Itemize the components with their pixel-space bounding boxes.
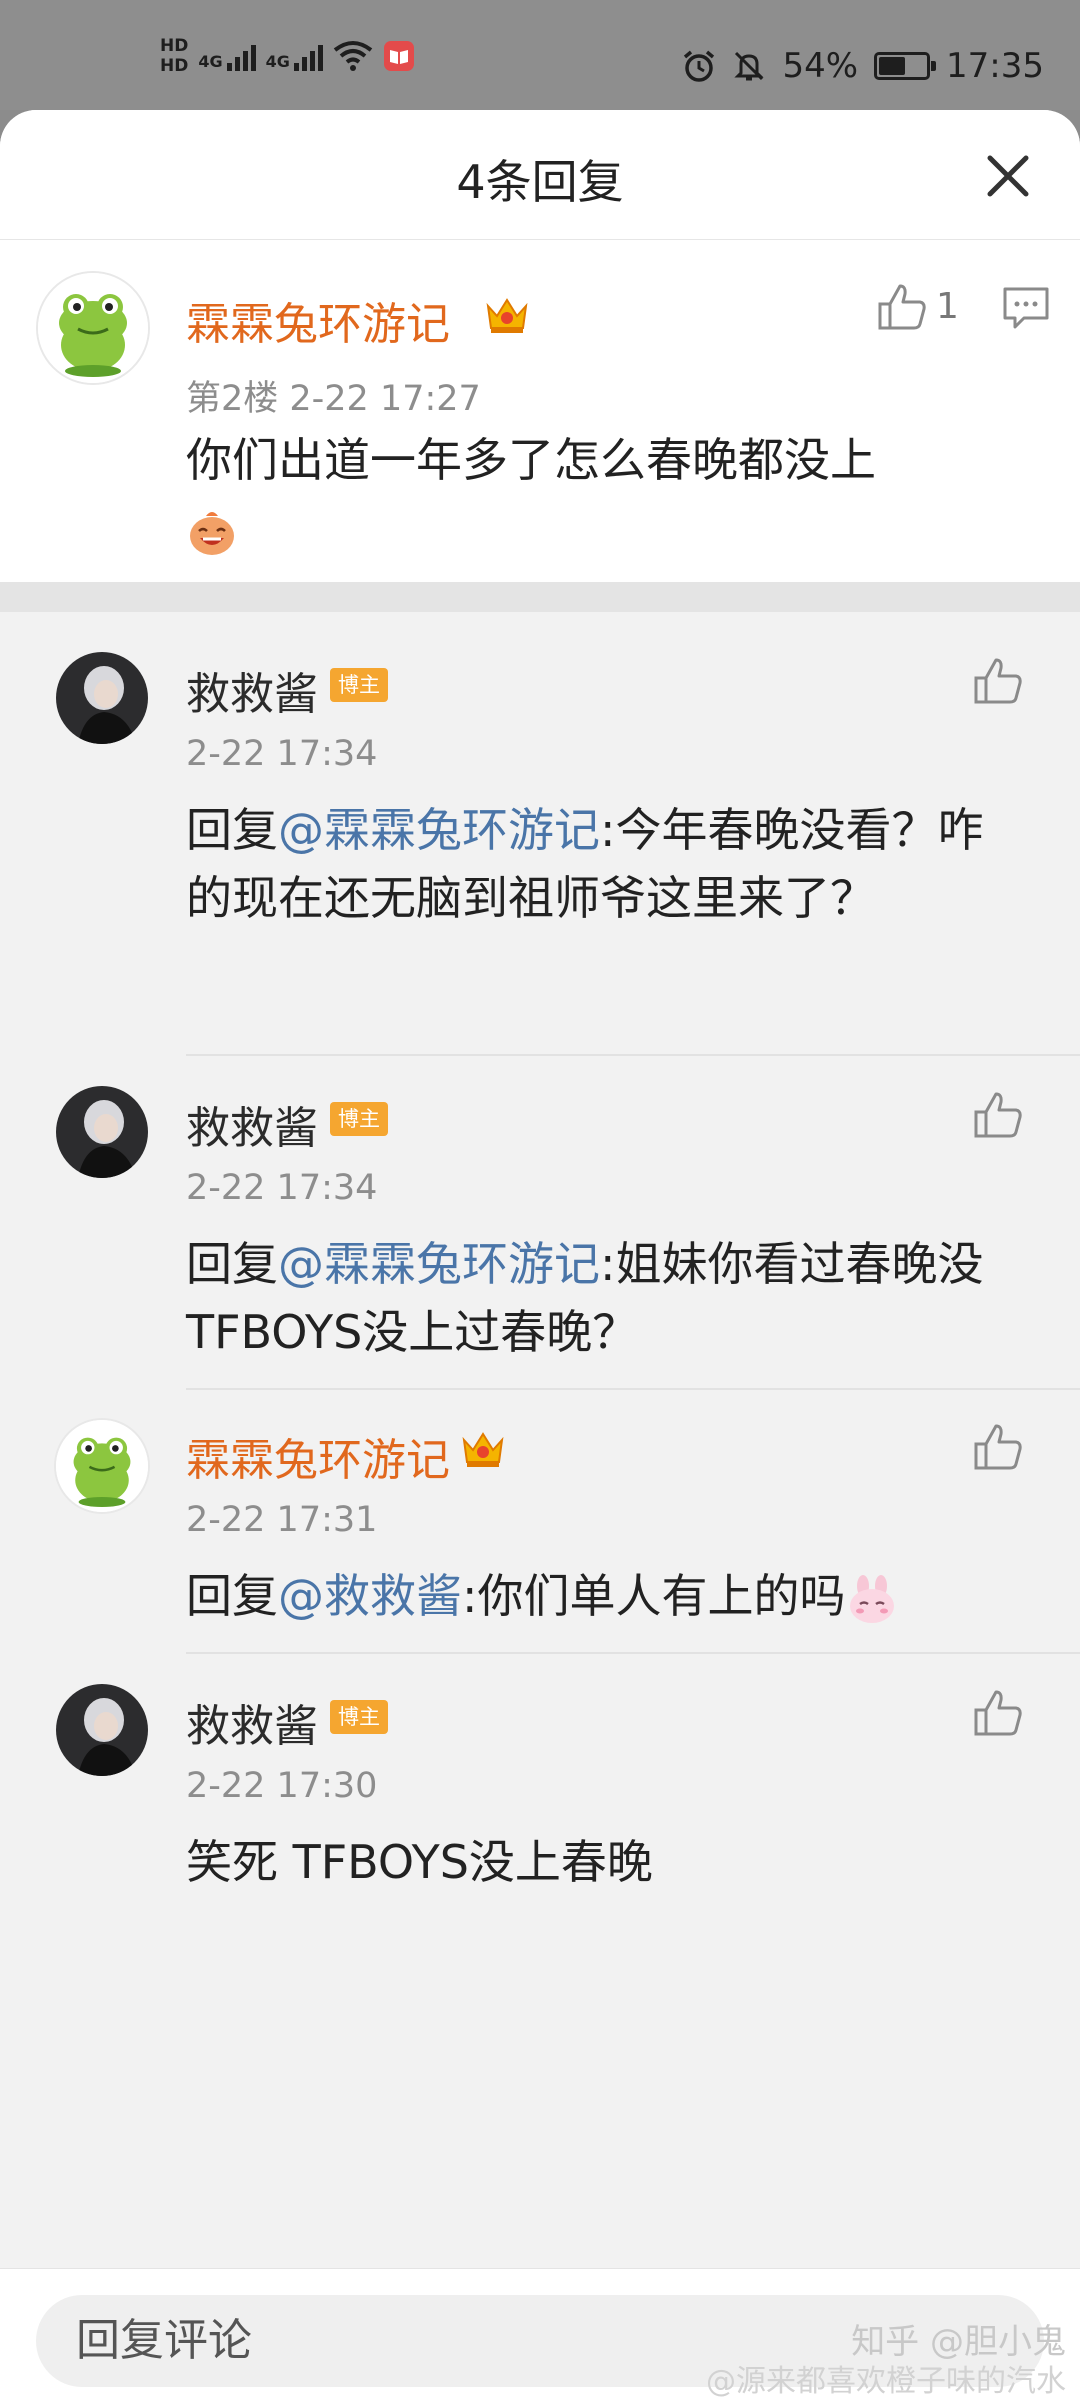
reply-text: 回复@救救酱:你们单人有上的吗 [186,1562,1026,1630]
divider [186,1388,1080,1390]
signal-bars-icon [226,41,256,71]
thumbs-up-icon[interactable] [972,1090,1024,1140]
author-name[interactable]: 霖霖兔环游记 [186,1424,450,1488]
book-app-icon [383,41,414,71]
wifi-icon [333,41,373,71]
signal-bars-icon [293,41,323,71]
status-bar-left: HD HD 4G 4G [160,36,415,76]
thumbs-up-icon[interactable] [972,1422,1024,1472]
mention-link[interactable]: @霖霖兔环游记 [278,1237,600,1291]
reply-prefix: 回复 [186,1237,278,1291]
blogger-badge: 博主 [330,668,388,702]
reply-body: 笑死 TFBOYS没上春晚 [186,1835,653,1889]
reply-time: 2-22 17:34 [186,734,378,774]
thumbs-up-icon[interactable] [972,1688,1024,1738]
avatar[interactable] [56,652,148,744]
reply-text: 笑死 TFBOYS没上春晚 [186,1828,1026,1896]
crown-vip-icon [486,298,528,333]
reply-time: 2-22 17:34 [186,1168,378,1208]
user-photo-avatar-icon [56,652,148,744]
thumbs-up-icon[interactable] [876,282,928,332]
signal-sim1: 4G [198,41,256,71]
comment-text: 你们出道一年多了怎么春晚都没上 [186,426,1026,562]
status-bar-right: 54% 17:35 [682,46,1044,86]
reply-time: 2-22 17:31 [186,1500,378,1540]
watermark-zhihu: 知乎 @胆小鬼 [851,2322,1066,2362]
author-name[interactable]: 救救酱 [186,1690,318,1754]
sheet-title: 4条回复 [456,155,624,209]
author-name[interactable]: 霖霖兔环游记 [186,288,450,352]
comment-icon[interactable] [1002,286,1050,330]
hd-indicator: HD HD [160,36,188,76]
reply-text: 回复@霖霖兔环游记:姐妹你看过春晚没TFBOYS没上过春晚？ [186,1230,1026,1366]
reply-prefix: 回复 [186,1569,278,1623]
crown-vip-icon [462,1432,504,1467]
sheet-header: 4条回复 [0,110,1080,240]
user-photo-avatar-icon [56,1086,148,1178]
user-photo-avatar-icon [56,1684,148,1776]
frog-avatar-icon [38,273,148,383]
divider [186,1652,1080,1654]
avatar[interactable] [36,271,150,385]
status-bar: HD HD 4G 4G 54% 17:35 [0,0,1080,110]
mute-icon [734,51,765,81]
reply-body: :你们单人有上的吗 [462,1569,846,1623]
reply-text: 回复@霖霖兔环游记:今年春晚没看？咋的现在还无脑到祖师爷这里来了？ [186,796,1026,932]
watermark: 知乎 @胆小鬼 @源来都喜欢橙子味的汽水 [706,2322,1066,2400]
avatar[interactable] [54,1418,150,1514]
replies-sheet: 4条回复 霖霖兔环游记 第2楼 2-22 17:27 1 你们出道一年多了怎么春… [0,110,1080,2400]
watermark-weibo: @源来都喜欢橙子味的汽水 [706,2364,1066,2399]
blogger-badge: 博主 [330,1102,388,1136]
main-comment: 霖霖兔环游记 第2楼 2-22 17:27 1 你们出道一年多了怎么春晚都没上 [0,240,1080,582]
avatar[interactable] [56,1086,148,1178]
frog-avatar-icon [56,1420,148,1512]
alarm-icon [684,50,715,82]
signal-sim2: 4G [266,41,323,71]
bunny-face-emoji-icon [849,1574,894,1623]
network-type-1: 4G [198,52,223,71]
divider [186,1054,1080,1056]
blogger-badge: 博主 [330,1700,388,1734]
thumbs-up-icon[interactable] [972,656,1024,706]
hd-label-2: HD [160,56,189,76]
hd-label-1: HD [160,36,189,56]
battery-percent: 54% [782,46,859,86]
network-type-2: 4G [265,52,290,71]
battery-icon [874,52,937,80]
mention-link[interactable]: @霖霖兔环游记 [278,803,600,857]
laughing-face-emoji-icon [190,511,234,555]
reply-prefix: 回复 [186,803,278,857]
comment-body: 你们出道一年多了怎么春晚都没上 [186,433,876,487]
reply-time: 2-22 17:30 [186,1766,378,1806]
avatar[interactable] [56,1684,148,1776]
section-divider [0,582,1080,612]
author-name[interactable]: 救救酱 [186,1092,318,1156]
floor-time: 第2楼 2-22 17:27 [186,379,481,419]
close-icon[interactable] [980,148,1036,204]
clock: 17:35 [946,46,1044,86]
mention-link[interactable]: @救救酱 [278,1569,462,1623]
like-count: 1 [936,286,959,327]
author-name[interactable]: 救救酱 [186,658,318,722]
